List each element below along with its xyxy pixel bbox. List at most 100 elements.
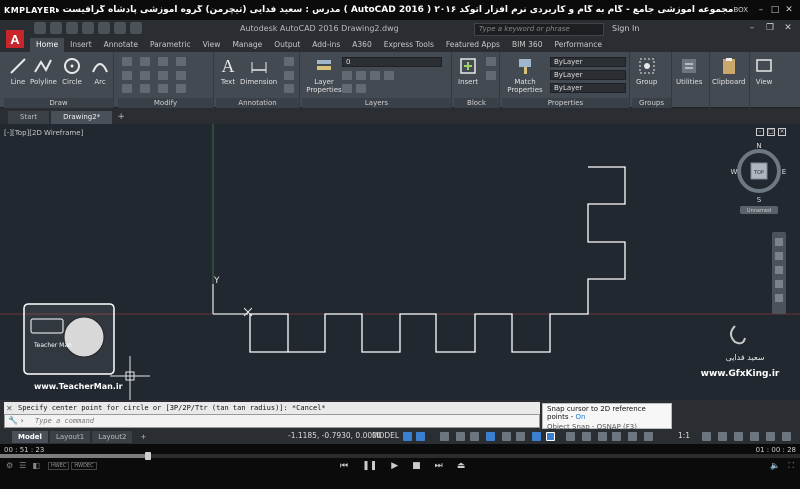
snap-icon[interactable] bbox=[416, 432, 425, 441]
selection-cycling-icon[interactable] bbox=[566, 432, 575, 441]
isolate-objects-icon[interactable] bbox=[734, 432, 743, 441]
add-layout-icon[interactable]: + bbox=[134, 431, 152, 443]
redo-icon[interactable] bbox=[130, 22, 142, 34]
layout-tab-model[interactable]: Model bbox=[12, 431, 48, 443]
tab-view[interactable]: View bbox=[197, 38, 227, 52]
block-panel-title[interactable]: Block bbox=[454, 98, 499, 108]
edit-block-icon[interactable] bbox=[486, 71, 496, 80]
lineweight-dropdown[interactable]: ByLayer bbox=[550, 70, 626, 80]
file-tab-start[interactable]: Start bbox=[8, 111, 50, 124]
copy-icon[interactable] bbox=[122, 71, 132, 80]
annotation-panel-title[interactable]: Annotation bbox=[216, 98, 299, 108]
clipboard-button[interactable]: Clipboard bbox=[712, 56, 745, 86]
polar-icon[interactable] bbox=[470, 432, 479, 441]
modify-panel-title[interactable]: Modify bbox=[118, 98, 213, 108]
volume-icon[interactable]: 🔈 bbox=[770, 461, 780, 471]
play-icon[interactable]: ▶ bbox=[391, 461, 398, 471]
explode-icon[interactable] bbox=[176, 71, 186, 80]
layout-tab-layout2[interactable]: Layout2 bbox=[92, 431, 133, 443]
groups-panel-title[interactable]: Groups bbox=[632, 98, 671, 108]
annotation-visibility-icon[interactable] bbox=[598, 432, 607, 441]
stop-icon[interactable]: ■ bbox=[412, 461, 421, 471]
transparency-icon[interactable] bbox=[532, 432, 541, 441]
fullscreen-icon[interactable]: ⛶ bbox=[788, 461, 794, 471]
new-icon[interactable] bbox=[34, 22, 46, 34]
text-button[interactable]: A Text bbox=[218, 56, 238, 87]
model-space-button[interactable]: MODEL bbox=[372, 431, 399, 440]
color-dropdown[interactable]: ByLayer bbox=[550, 57, 626, 67]
tab-manage[interactable]: Manage bbox=[226, 38, 268, 52]
acad-close-icon[interactable]: ✕ bbox=[780, 22, 796, 35]
hwec-badge[interactable]: HWEC bbox=[48, 462, 70, 470]
3d-osnap-icon[interactable] bbox=[582, 432, 591, 441]
layers-panel-title[interactable]: Layers bbox=[302, 98, 451, 108]
tab-annotate[interactable]: Annotate bbox=[98, 38, 144, 52]
dimension-button[interactable]: Dimension bbox=[240, 56, 277, 86]
acad-restore-icon[interactable]: ❐ bbox=[762, 22, 778, 35]
maximize-icon[interactable]: □ bbox=[768, 4, 782, 16]
plus-icon[interactable] bbox=[718, 432, 727, 441]
linetype-dropdown[interactable]: ByLayer bbox=[550, 83, 626, 93]
workspace-icon[interactable] bbox=[628, 432, 637, 441]
tab-express-tools[interactable]: Express Tools bbox=[378, 38, 440, 52]
layout-tab-layout1[interactable]: Layout1 bbox=[49, 431, 91, 443]
command-customize-icon[interactable]: 🔧 › bbox=[8, 416, 24, 425]
annotation-scale[interactable]: 1:1 bbox=[678, 431, 690, 440]
3d-icon[interactable]: ◧ bbox=[32, 461, 40, 470]
tab-parametric[interactable]: Parametric bbox=[144, 38, 197, 52]
properties-panel-title[interactable]: Properties bbox=[502, 98, 629, 108]
stretch-icon[interactable] bbox=[122, 84, 132, 93]
previous-icon[interactable]: ⏮ bbox=[340, 461, 348, 471]
osnap-icon[interactable] bbox=[546, 432, 555, 441]
group-button[interactable]: Group bbox=[636, 56, 657, 86]
circle-button[interactable]: Circle bbox=[62, 56, 82, 86]
isodraft-icon[interactable] bbox=[486, 432, 495, 441]
tab-home[interactable]: Home bbox=[30, 38, 65, 52]
open-icon[interactable] bbox=[50, 22, 62, 34]
layer-match-icon[interactable] bbox=[384, 71, 394, 80]
eject-icon[interactable]: ⏏ bbox=[457, 461, 466, 471]
pause-icon[interactable]: ❚❚ bbox=[362, 461, 377, 471]
settings-icon[interactable]: ⚙ bbox=[6, 461, 13, 470]
scale-icon[interactable] bbox=[140, 84, 150, 93]
linear-dim-icon[interactable] bbox=[284, 57, 294, 66]
offset-icon[interactable] bbox=[176, 84, 186, 93]
line-button[interactable]: Line bbox=[8, 56, 28, 86]
customization-icon[interactable] bbox=[782, 432, 791, 441]
grid-icon[interactable] bbox=[403, 432, 412, 441]
layer-isolate-icon[interactable] bbox=[356, 84, 366, 93]
array-icon[interactable] bbox=[158, 84, 168, 93]
draw-panel-title[interactable]: Draw bbox=[4, 98, 113, 108]
move-icon[interactable] bbox=[122, 57, 132, 66]
undo-icon[interactable] bbox=[114, 22, 126, 34]
kmplayer-box-button[interactable]: BOX bbox=[733, 6, 748, 14]
tab-output[interactable]: Output bbox=[268, 38, 306, 52]
view-button[interactable]: View bbox=[754, 56, 774, 86]
utilities-button[interactable]: Utilities bbox=[676, 56, 702, 86]
layer-properties-button[interactable]: Layer Properties bbox=[304, 56, 344, 94]
leader-icon[interactable] bbox=[284, 71, 294, 80]
hwdec-badge[interactable]: HWDEC bbox=[71, 462, 97, 470]
coordinates-readout[interactable]: -1.1185, -0.7930, 0.0000 bbox=[288, 431, 382, 440]
playlist-icon[interactable]: ☰ bbox=[19, 461, 26, 470]
drawing-canvas[interactable]: [-][Top][2D Wireframe] – □ × Y TOP N S E… bbox=[0, 124, 800, 400]
tab-featured-apps[interactable]: Featured Apps bbox=[440, 38, 506, 52]
annotation-monitor-icon[interactable] bbox=[644, 432, 653, 441]
trim-icon[interactable] bbox=[158, 57, 168, 66]
insert-block-button[interactable]: Insert bbox=[458, 56, 478, 86]
search-input[interactable]: Type a keyword or phrase bbox=[474, 23, 604, 36]
mirror-icon[interactable] bbox=[140, 71, 150, 80]
tab-bim-360[interactable]: BIM 360 bbox=[506, 38, 549, 52]
tab-add-ins[interactable]: Add-ins bbox=[306, 38, 346, 52]
rotate-icon[interactable] bbox=[140, 57, 150, 66]
tab-performance[interactable]: Performance bbox=[548, 38, 608, 52]
gear-icon[interactable] bbox=[702, 432, 711, 441]
clean-screen-icon[interactable] bbox=[766, 432, 775, 441]
sign-in-button[interactable]: Sign In bbox=[612, 24, 639, 33]
auto-scale-icon[interactable] bbox=[612, 432, 621, 441]
polyline-button[interactable]: Polyline bbox=[30, 56, 57, 86]
save-as-icon[interactable] bbox=[82, 22, 94, 34]
fillet-icon[interactable] bbox=[158, 71, 168, 80]
tab-a360[interactable]: A360 bbox=[346, 38, 377, 52]
hardware-acceleration-icon[interactable] bbox=[750, 432, 759, 441]
